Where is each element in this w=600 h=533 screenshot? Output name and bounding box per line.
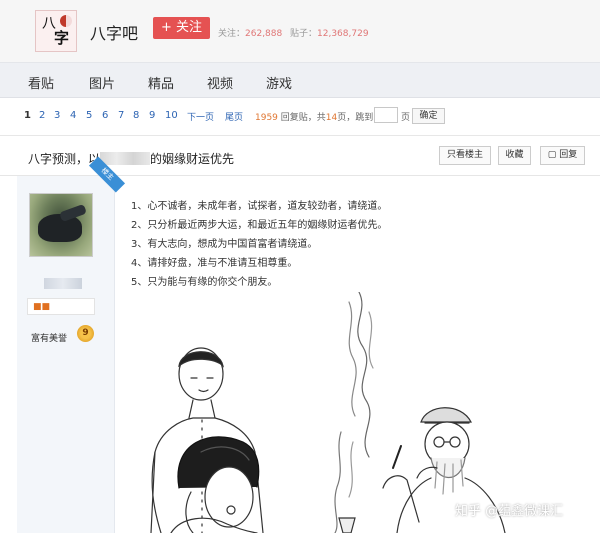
followers-stat: 关注：262,888 (218, 26, 282, 39)
page-link[interactable]: 6 (102, 110, 108, 121)
reply-button[interactable]: ▢ 回复 (540, 146, 585, 165)
redacted-name (100, 152, 151, 165)
post-line: 2、只分析最近两步大运，和最近五年的姻缘财运者优先。 (131, 220, 388, 231)
reply-count: 1959 (255, 113, 278, 123)
reply-summary: 1959 回复贴，共14页，跳到 (255, 110, 373, 123)
post-line: 5、只为能与有缘的你交个朋友。 (131, 277, 278, 288)
tab-games[interactable]: 游戏 (266, 73, 292, 92)
page-link[interactable]: 3 (54, 110, 60, 121)
next-page-link[interactable]: 下一页 (187, 110, 214, 123)
reply-icon: ▢ (547, 150, 557, 160)
tab-videos[interactable]: 视频 (207, 73, 233, 92)
yin-yang-icon (60, 15, 72, 27)
badge-label: 富有美誉 (31, 334, 68, 344)
forum-logo[interactable]: 八 字 (35, 10, 77, 52)
reply-suffix: 回复贴，共 (280, 113, 326, 123)
tab-images[interactable]: 图片 (89, 73, 115, 92)
post-line: 3、有大志向，想成为中国首富者请绕道。 (131, 239, 318, 250)
post-line: 1、心不诚者，未成年者，试探者，道友较劲者，请绕道。 (131, 201, 388, 212)
last-page-link[interactable]: 尾页 (225, 110, 243, 123)
gamepad-icon: ■■ (33, 302, 51, 312)
logo-char-bottom: 字 (54, 29, 70, 47)
only-owner-button[interactable]: 只看楼主 (439, 146, 491, 165)
jump-page-input[interactable] (374, 107, 398, 123)
page-link[interactable]: 2 (39, 110, 45, 121)
pagination: 1 2 3 4 5 6 7 8 9 10 下一页 尾页 1959 回复贴，共14… (0, 98, 600, 136)
game-badge[interactable]: ■■ (27, 298, 95, 315)
followers-value: 262,888 (245, 29, 283, 39)
post-line: 4、请排好盘，准与不准请互相尊重。 (131, 258, 298, 269)
page-link[interactable]: 5 (86, 110, 92, 121)
total-pages: 14 (325, 113, 338, 123)
tab-featured[interactable]: 精品 (148, 73, 174, 92)
posts-value: 12,368,729 (317, 29, 369, 39)
avatar-object (38, 214, 82, 242)
reply-label: 回复 (559, 150, 578, 160)
page-link[interactable]: 8 (133, 110, 139, 121)
avatar[interactable] (29, 193, 93, 257)
page-unit: 页 (401, 113, 411, 123)
page-link[interactable]: 10 (165, 110, 178, 121)
thread-title: 八字预测，以 的姻缘财运优先 (28, 150, 234, 167)
followers-label: 关注： (218, 29, 246, 39)
watermark: 知乎 @蕴鑫微课汇 (455, 504, 564, 519)
collect-button[interactable]: 收藏 (498, 146, 531, 165)
post-illustration (150, 292, 506, 533)
thread-title-suffix: 的姻缘财运优先 (150, 152, 235, 166)
level-badge-icon[interactable]: 9 (77, 325, 94, 342)
page-link[interactable]: 4 (70, 110, 76, 121)
posts-label: 贴子： (290, 29, 318, 39)
forum-nav: 看贴 图片 精品 视频 游戏 (0, 62, 600, 98)
page-link[interactable]: 1 (24, 110, 31, 121)
follow-button[interactable]: + 关注 (153, 17, 210, 39)
forum-name[interactable]: 八字吧 (90, 20, 138, 44)
tab-posts[interactable]: 看贴 (28, 73, 54, 92)
confirm-jump-button[interactable]: 确定 (412, 108, 445, 124)
author-name-redacted[interactable] (44, 278, 82, 289)
page-link[interactable]: 7 (118, 110, 124, 121)
pages-suffix: 页，跳到 (337, 113, 374, 123)
page-link[interactable]: 9 (149, 110, 155, 121)
posts-stat: 贴子：12,368,729 (290, 26, 369, 39)
